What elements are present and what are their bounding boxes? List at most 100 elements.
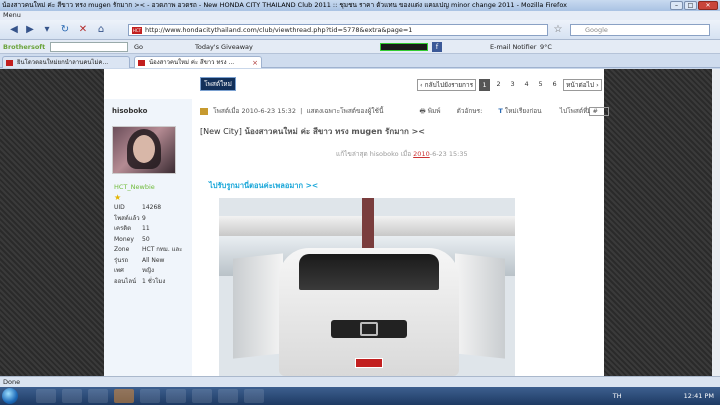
post-link[interactable]: ไปรับรูกมานี่ตอนค่ะเพลอมาก >< bbox=[209, 180, 318, 192]
edit-year: 2010 bbox=[413, 150, 430, 158]
page-5[interactable]: 5 bbox=[535, 79, 546, 91]
status-text: Done bbox=[3, 378, 21, 386]
taskbar-app-icon[interactable] bbox=[166, 389, 186, 403]
taskbar-folder-icon[interactable] bbox=[62, 389, 82, 403]
weather-readout[interactable]: 9°C bbox=[540, 40, 552, 53]
print-link[interactable]: พิมพ์ bbox=[428, 107, 441, 115]
tab-2-label: น้องสาวคนใหม่ ค่ะ สีขาว ทรง ... bbox=[149, 59, 235, 66]
system-tray: TH 12:41 PM bbox=[613, 387, 714, 405]
page-2[interactable]: 2 bbox=[493, 79, 504, 91]
edit-note: แก้ไขล่าสุด hisoboko เมื่อ 2010-6-23 15:… bbox=[336, 149, 468, 159]
status-bar: Done bbox=[0, 376, 720, 387]
minimize-button[interactable]: – bbox=[670, 1, 683, 10]
order-link[interactable]: ใหม่เรียงก่อน bbox=[505, 107, 542, 115]
only-author-link[interactable]: แสดงเฉพาะโพสต์ของผู้ใช้นี้ bbox=[306, 107, 383, 115]
menu-button[interactable]: Menu bbox=[3, 11, 21, 19]
tab-2[interactable]: น้องสาวคนใหม่ ค่ะ สีขาว ทรง ... × bbox=[134, 56, 262, 68]
bookmark-star-icon[interactable]: ☆ bbox=[552, 23, 564, 37]
stat-row: เพศ หญิง bbox=[114, 267, 154, 274]
taskbar-ie-icon[interactable] bbox=[36, 389, 56, 403]
stat-row: รุ่นรถ All New bbox=[114, 256, 165, 264]
rank-star-icon: ★ bbox=[114, 193, 122, 202]
floor-number: 1 # bbox=[586, 107, 598, 115]
goto-floor-label: ไปโพสต์ที่ bbox=[559, 107, 588, 115]
tab-1-label: ยินโดวตอนใหม่ยกนำลานคนไม่ค... bbox=[17, 59, 109, 66]
addon-toolbar: Brothersoft Go Today's Giveaway f E-mail… bbox=[0, 40, 720, 54]
stat-row: UID 14268 bbox=[114, 204, 162, 211]
search-placeholder: Google bbox=[585, 26, 608, 34]
new-post-button[interactable]: โพสต์ใหม่ bbox=[200, 77, 236, 91]
taskbar-media-icon[interactable] bbox=[88, 389, 108, 403]
subject-text: น้องสาวคนใหม่ ค่ะ สีขาว ทรง mugen รักมาก… bbox=[244, 127, 425, 136]
start-button[interactable] bbox=[2, 388, 18, 404]
taskbar-app-icon[interactable] bbox=[244, 389, 264, 403]
media-player-bar[interactable] bbox=[380, 43, 428, 51]
site-favicon: HCT bbox=[132, 27, 142, 34]
window-controls: – □ ✕ bbox=[670, 0, 718, 10]
next-page-link[interactable]: หน้าต่อไป › bbox=[563, 79, 602, 91]
tab-1[interactable]: ยินโดวตอนใหม่ยกนำลานคนไม่ค... bbox=[2, 56, 130, 68]
reload-icon[interactable]: ↻ bbox=[58, 23, 72, 37]
taskbar: TH 12:41 PM bbox=[0, 387, 720, 405]
menu-bar: Menu bbox=[0, 11, 720, 20]
taskbar-app-icon[interactable] bbox=[140, 389, 160, 403]
back-to-list-link[interactable]: ‹ กลับไปยังรายการ bbox=[417, 79, 477, 91]
author-username[interactable]: hisoboko bbox=[112, 107, 147, 115]
stat-row: Money 50 bbox=[114, 235, 150, 243]
page-3[interactable]: 3 bbox=[507, 79, 518, 91]
close-button[interactable]: ✕ bbox=[698, 1, 718, 10]
toolbar-go-button[interactable]: Go bbox=[134, 40, 143, 53]
author-stats: UID 14268 โพสต์แล้ว 9 เครดิต 11 Money 50 Zon… bbox=[114, 203, 192, 287]
clock[interactable]: 12:41 PM bbox=[684, 392, 714, 400]
subject-tag[interactable]: [New City] bbox=[200, 127, 242, 136]
window-titlebar: น้องสาวคนใหม่ ค่ะ สีขาว ทรง mugen รักมาก… bbox=[0, 0, 720, 11]
stop-icon[interactable]: ✕ bbox=[76, 23, 90, 37]
toolbar-search-field[interactable] bbox=[50, 42, 128, 52]
navigation-toolbar: ◀ ▶ ▾ ↻ ✕ ⌂ HCT http://www.hondacitythai… bbox=[0, 20, 720, 40]
giveaway-button[interactable]: Today's Giveaway bbox=[195, 40, 253, 53]
language-indicator[interactable]: TH bbox=[613, 392, 622, 400]
page-4[interactable]: 4 bbox=[521, 79, 532, 91]
post-header: โพสต์เมื่อ 2010-6-23 15:32 | แสดงเฉพาะโพ… bbox=[200, 105, 610, 117]
tab-close-icon[interactable]: × bbox=[252, 57, 258, 68]
order-icon[interactable]: T bbox=[498, 107, 502, 115]
edit-rest: -6-23 15:35 bbox=[429, 150, 468, 158]
license-plate bbox=[355, 358, 383, 368]
honda-logo bbox=[360, 322, 378, 336]
window-title: น้องสาวคนใหม่ ค่ะ สีขาว ทรง mugen รักมาก… bbox=[2, 1, 567, 9]
forum-page: โพสต์ใหม่ ‹ กลับไปยังรายการ 1 2 3 4 5 6 … bbox=[104, 69, 610, 376]
font-size-label: ตัวอักษร: bbox=[456, 107, 483, 115]
vertical-scrollbar[interactable] bbox=[712, 69, 720, 376]
taskbar-app-icon[interactable] bbox=[192, 389, 212, 403]
print-icon[interactable]: 🖶 bbox=[419, 107, 425, 115]
edit-prefix: แก้ไขล่าสุด hisoboko เมื่อ bbox=[336, 150, 414, 158]
taskbar-app-icon[interactable] bbox=[218, 389, 238, 403]
history-dropdown-icon[interactable]: ▾ bbox=[40, 23, 54, 37]
post-icon bbox=[200, 107, 208, 115]
search-input[interactable]: Google bbox=[570, 24, 710, 36]
back-arrow-icon[interactable]: ◀ bbox=[6, 23, 22, 37]
page-6[interactable]: 6 bbox=[549, 79, 560, 91]
home-icon[interactable]: ⌂ bbox=[94, 23, 108, 37]
post-subject: [New City] น้องสาวคนใหม่ ค่ะ สีขาว ทรง m… bbox=[200, 125, 425, 138]
address-bar[interactable]: HCT http://www.hondacitythailand.com/clu… bbox=[128, 24, 548, 36]
page-viewport: โพสต์ใหม่ ‹ กลับไปยังรายการ 1 2 3 4 5 6 … bbox=[0, 69, 720, 376]
forward-arrow-icon[interactable]: ▶ bbox=[24, 23, 36, 37]
avatar[interactable] bbox=[112, 126, 176, 174]
author-rank: HCT_Newbie bbox=[114, 183, 155, 191]
stat-row: Zone HCT กทม. และ bbox=[114, 246, 183, 253]
stat-row: โพสต์แล้ว 9 bbox=[114, 214, 146, 222]
page-1[interactable]: 1 bbox=[479, 79, 491, 91]
address-url: http://www.hondacitythailand.com/club/vi… bbox=[145, 26, 413, 34]
car-photo[interactable] bbox=[219, 198, 515, 376]
stat-row: เครดิต 11 bbox=[114, 225, 150, 232]
posted-at: โพสต์เมื่อ 2010-6-23 15:32 bbox=[213, 107, 296, 115]
maximize-button[interactable]: □ bbox=[684, 1, 697, 10]
brothersoft-logo: Brothersoft bbox=[3, 43, 46, 51]
stat-row: ออนไลน์ 1 ชั่วโมง bbox=[114, 277, 166, 285]
tab-favicon-icon bbox=[6, 60, 13, 66]
email-notifier-button[interactable]: E-mail Notifier bbox=[490, 40, 536, 53]
tab-strip: ยินโดวตอนใหม่ยกนำลานคนไม่ค... น้องสาวคนใ… bbox=[0, 54, 720, 68]
facebook-icon[interactable]: f bbox=[432, 42, 442, 52]
taskbar-firefox-icon[interactable] bbox=[114, 389, 134, 403]
